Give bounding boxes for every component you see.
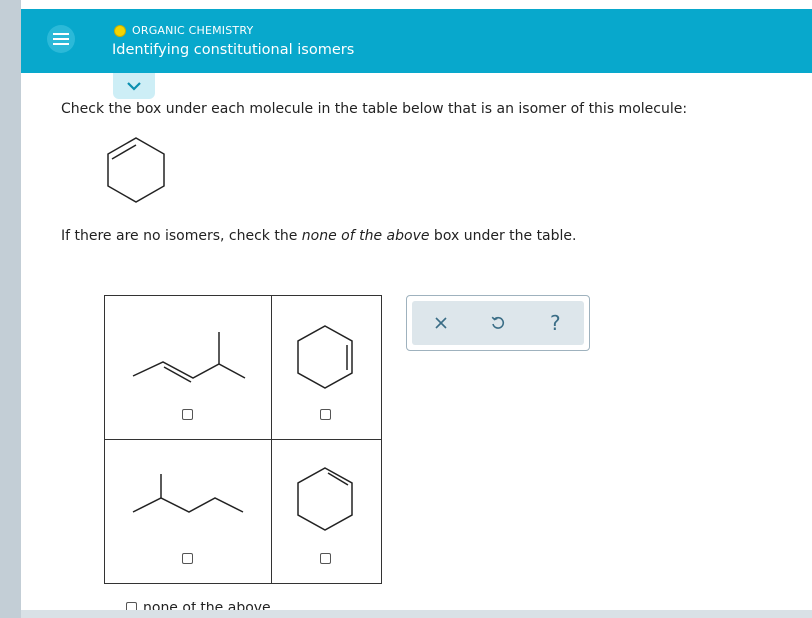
expand-button[interactable] (113, 73, 155, 99)
table-cell (105, 440, 272, 583)
note-suffix: box under the table. (429, 228, 577, 244)
menu-button[interactable] (47, 25, 75, 53)
isomer-checkbox-4[interactable] (320, 553, 331, 564)
target-molecule-cyclohexene (107, 137, 165, 203)
chevron-down-icon (127, 82, 141, 91)
isomer-checkbox-2[interactable] (320, 409, 331, 420)
table-cell (272, 440, 381, 583)
table-cell (272, 296, 381, 440)
question-instruction: Check the box under each molecule in the… (61, 101, 688, 117)
note-prefix: If there are no isomers, check the (61, 228, 302, 244)
clear-button[interactable] (426, 308, 456, 338)
topic-label: ORGANIC CHEMISTRY (132, 24, 254, 37)
help-icon: ? (550, 311, 561, 335)
note-emphasis: none of the above (301, 228, 430, 244)
question-note: If there are no isomers, check the none … (61, 228, 576, 244)
molecule-hexene-branched (132, 332, 246, 383)
page-title: Identifying constitutional isomers (112, 42, 355, 58)
close-icon (435, 317, 447, 329)
isomer-checkbox-1[interactable] (182, 409, 193, 420)
hamburger-icon (53, 33, 69, 45)
help-button[interactable]: ? (540, 308, 570, 338)
answer-toolbar: ? (406, 295, 590, 351)
undo-button[interactable] (483, 308, 513, 338)
molecule-branched-alkane (132, 474, 244, 513)
molecule-cyclohexene (297, 325, 353, 389)
topic-status-dot (114, 24, 126, 37)
molecule-table (104, 295, 382, 584)
toolbar-buttons: ? (412, 301, 584, 345)
topic-indicator: ORGANIC CHEMISTRY (114, 24, 253, 37)
isomer-checkbox-3[interactable] (182, 553, 193, 564)
table-cell (105, 296, 272, 440)
bottom-bar (21, 610, 812, 618)
undo-icon (491, 316, 505, 329)
header-bar: ORGANIC CHEMISTRY Identifying constituti… (21, 9, 812, 73)
left-rail (0, 0, 21, 618)
molecule-cyclohexene (297, 467, 353, 531)
